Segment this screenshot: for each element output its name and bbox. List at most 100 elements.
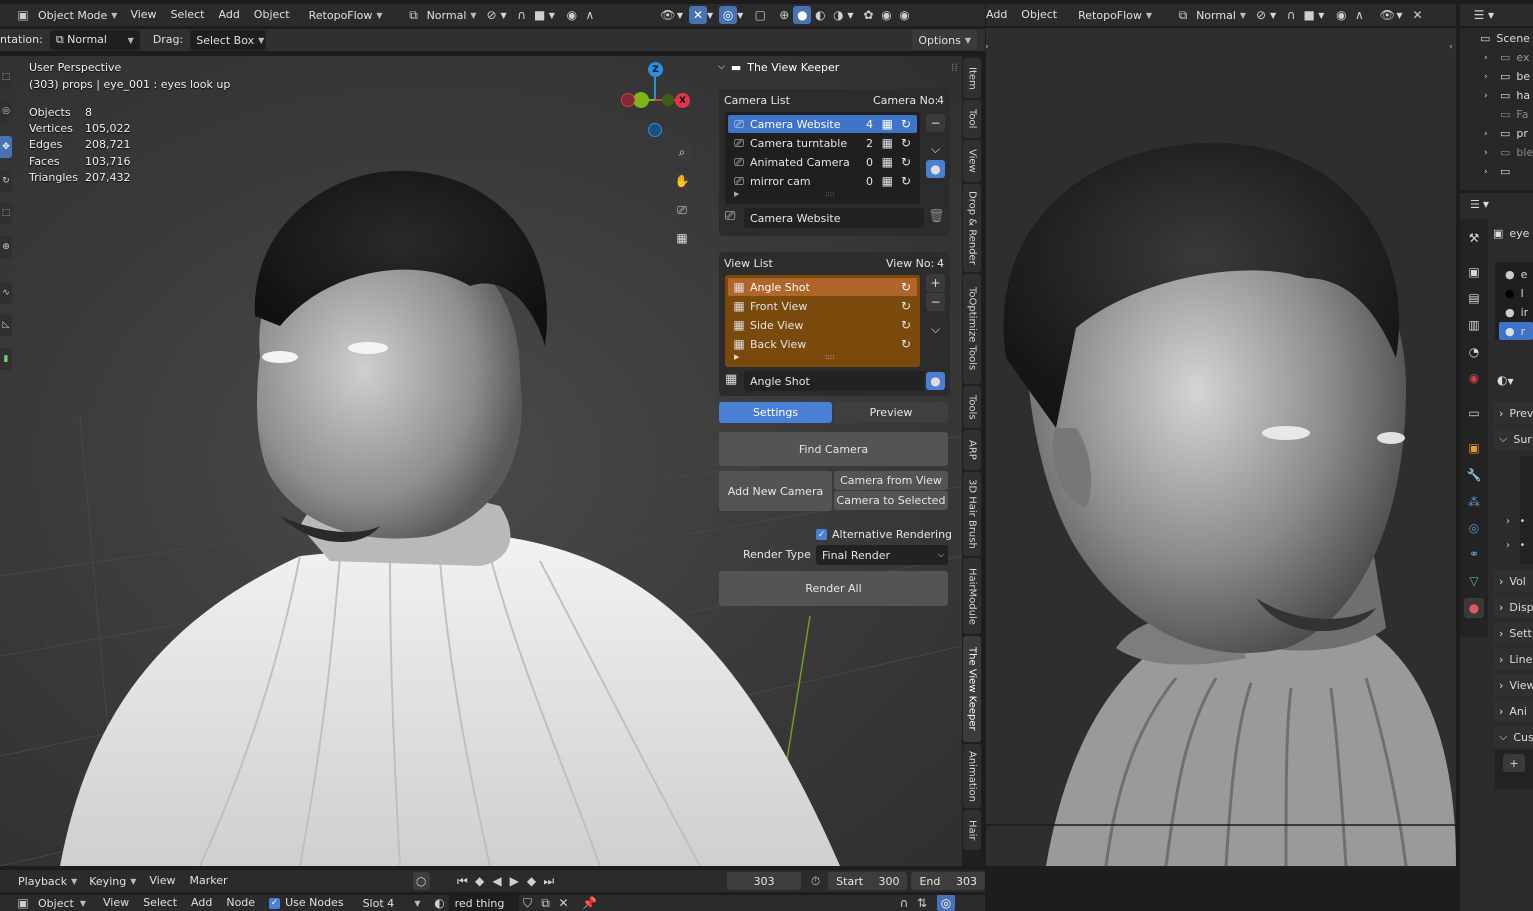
panel-header[interactable]: ⌵ ▬ The View Keeper ⁞⁞ [718, 56, 958, 78]
surface-row[interactable]: › • [1506, 516, 1525, 527]
section-animation[interactable]: › Ani [1493, 700, 1533, 722]
timeline-marker-menu[interactable]: Marker [182, 871, 234, 891]
axis-z-button[interactable]: Z [648, 62, 663, 77]
refresh-icon[interactable]: ↻ [901, 155, 911, 169]
section-custom-properties[interactable]: ⌵ Cus [1493, 726, 1533, 748]
perspective-toggle-icon[interactable]: ▦ [671, 227, 693, 249]
move-down-button[interactable]: ⌵ [926, 320, 945, 338]
node-menu-node[interactable]: Node [219, 895, 262, 911]
snap-target-icon-right[interactable]: ■ [1300, 6, 1318, 24]
particles-tab-icon[interactable]: ⁂ [1464, 492, 1484, 512]
shader-type-dropdown[interactable]: Object ▼ [32, 895, 92, 911]
surface-row[interactable]: › • [1506, 540, 1525, 551]
view-select-button[interactable]: ● [926, 372, 945, 390]
refresh-icon[interactable]: ↻ [901, 299, 911, 313]
zoom-icon[interactable]: ⌕ [671, 141, 693, 163]
tab-3d-hair-brush[interactable]: 3D Hair Brush [963, 472, 981, 556]
view-item[interactable]: ▦ Angle Shot ↻ [728, 278, 917, 296]
outliner-row[interactable]: › ▭ ble [1484, 143, 1533, 162]
orientation-select[interactable]: ⧉ Normal ▼ [49, 30, 140, 50]
tab-tooptimize-tools[interactable]: ToOptimize Tools [963, 274, 981, 384]
tab-tool[interactable]: Tool [963, 100, 981, 138]
region-collapse-icon[interactable]: ‹ [1449, 42, 1453, 52]
falloff-icon-right[interactable]: ∧ [1350, 6, 1368, 24]
end-frame-field[interactable]: End 303 [911, 872, 986, 890]
material-browse-icon[interactable]: ◐▼ [1497, 373, 1514, 387]
options-dropdown[interactable]: Options ▼ [912, 30, 977, 50]
current-frame-field[interactable]: 303 [727, 872, 801, 890]
refresh-icon[interactable]: ↻ [901, 174, 911, 188]
camera-item[interactable]: ⎚ mirror cam 0 ▦ ↻ [728, 172, 917, 190]
tool-select-icon[interactable]: ⬚ [0, 66, 12, 88]
menu-object-right[interactable]: Object [1014, 5, 1064, 25]
region-expand-icon[interactable]: › [985, 42, 989, 52]
remove-view-button[interactable]: − [926, 293, 945, 311]
outliner-row[interactable]: › ▭ ha [1484, 86, 1530, 105]
camera-list[interactable]: ⎚ Camera Website 4 ▦ ↻ ⎚ Camera turntabl… [725, 112, 920, 204]
view-item[interactable]: ▦ Back View ↻ [728, 335, 917, 353]
material-slot[interactable]: ● ir [1495, 303, 1528, 321]
mode-dropdown[interactable]: Object Mode ▼ [32, 5, 123, 25]
list-resize-handle[interactable]: :::: [825, 353, 834, 361]
proportional-edit-icon-right[interactable]: ◉ [1332, 6, 1350, 24]
keying-menu[interactable]: Keying ▼ [83, 871, 142, 891]
falloff-icon[interactable]: ∧ [581, 6, 599, 24]
outliner-row[interactable]: › ▭ [1484, 162, 1516, 181]
tool-move-icon[interactable]: ✥ [0, 136, 12, 158]
material-name-field[interactable]: red thing [448, 895, 519, 911]
timeline-view-menu[interactable]: View [142, 871, 182, 891]
data-tab-icon[interactable]: ▽ [1464, 571, 1484, 591]
play-icon[interactable]: ▶ [506, 872, 523, 890]
world-tab-icon[interactable]: ◉ [1464, 368, 1484, 388]
section-surface[interactable]: ⌵ Sur [1493, 428, 1533, 450]
snap-target-icon[interactable]: ■ [531, 6, 549, 24]
section-preview[interactable]: › Prev [1493, 402, 1533, 424]
tab-hair[interactable]: Hair [963, 810, 981, 850]
material-tab-icon[interactable]: ● [1464, 598, 1484, 618]
section-displacement[interactable]: › Disp [1493, 596, 1533, 618]
node-menu-view[interactable]: View [96, 895, 136, 911]
tab-settings[interactable]: Settings [719, 402, 832, 423]
overlay-icon[interactable]: ◎ [937, 895, 955, 911]
material-slot[interactable]: ● e [1495, 265, 1527, 283]
alt-rendering-checkbox[interactable]: ✓ Alternative Rendering [816, 528, 952, 541]
camera-item[interactable]: ⎚ Camera turntable 2 ▦ ↻ [728, 134, 917, 152]
transform-orientation-dropdown[interactable]: ⧉ Normal ▼ [399, 5, 483, 25]
fake-user-icon[interactable]: ⛉ [519, 895, 537, 911]
snap-icon[interactable]: ∩ [513, 6, 531, 24]
trash-icon[interactable]: 🗑 [928, 209, 945, 224]
tool-tab-icon[interactable]: ⚒ [1464, 228, 1484, 248]
tab-tools[interactable]: Tools [963, 386, 981, 428]
refresh-icon[interactable]: ↻ [901, 136, 911, 150]
tab-preview[interactable]: Preview [834, 402, 948, 423]
editor-type-icon[interactable]: ☰ [1470, 6, 1488, 24]
render-all-button[interactable]: Render All [719, 571, 948, 606]
xray-icon[interactable]: ▢ [751, 6, 769, 24]
visibility-icon[interactable]: 👁 [659, 6, 677, 24]
unlink-icon[interactable]: ✕ [555, 895, 573, 911]
shading-solid-icon[interactable]: ● [793, 6, 812, 24]
tab-the-view-keeper[interactable]: The View Keeper [963, 636, 981, 742]
gizmo-toggle-icon-right[interactable]: ✕ [1409, 6, 1427, 24]
auto-key-icon[interactable]: ○ [412, 872, 430, 890]
gizmo-toggle-icon[interactable]: ✕ [689, 6, 708, 24]
move-down-button[interactable]: ⌵ [926, 140, 945, 158]
object-tab-icon[interactable]: ▣ [1464, 438, 1484, 458]
modifier-tab-icon[interactable]: 🔧 [1464, 465, 1484, 485]
tab-drop-render[interactable]: Drop & Render [963, 184, 981, 272]
pivot-icon[interactable]: ⊘ [483, 6, 501, 24]
shading-wireframe-icon[interactable]: ⊕ [775, 6, 793, 24]
camera-item[interactable]: ⎚ Animated Camera 0 ▦ ↻ [728, 153, 917, 171]
add-property-button[interactable]: + [1503, 754, 1525, 772]
outliner-row[interactable]: › ▭ pr [1484, 124, 1528, 143]
view-layer-tab-icon[interactable]: ▥ [1464, 315, 1484, 335]
node-menu-add[interactable]: Add [184, 895, 219, 911]
menu-select[interactable]: Select [164, 5, 212, 25]
snap-icon-right[interactable]: ∩ [1282, 6, 1300, 24]
clock-icon[interactable]: ⏱ [807, 872, 824, 890]
refresh-icon[interactable]: ↻ [901, 117, 911, 131]
duplicate-icon[interactable]: ⧉ [537, 895, 555, 911]
tab-animation[interactable]: Animation [963, 744, 981, 808]
view-item[interactable]: ▦ Side View ↻ [728, 316, 917, 334]
jump-end-icon[interactable]: ⏭ [540, 872, 557, 890]
